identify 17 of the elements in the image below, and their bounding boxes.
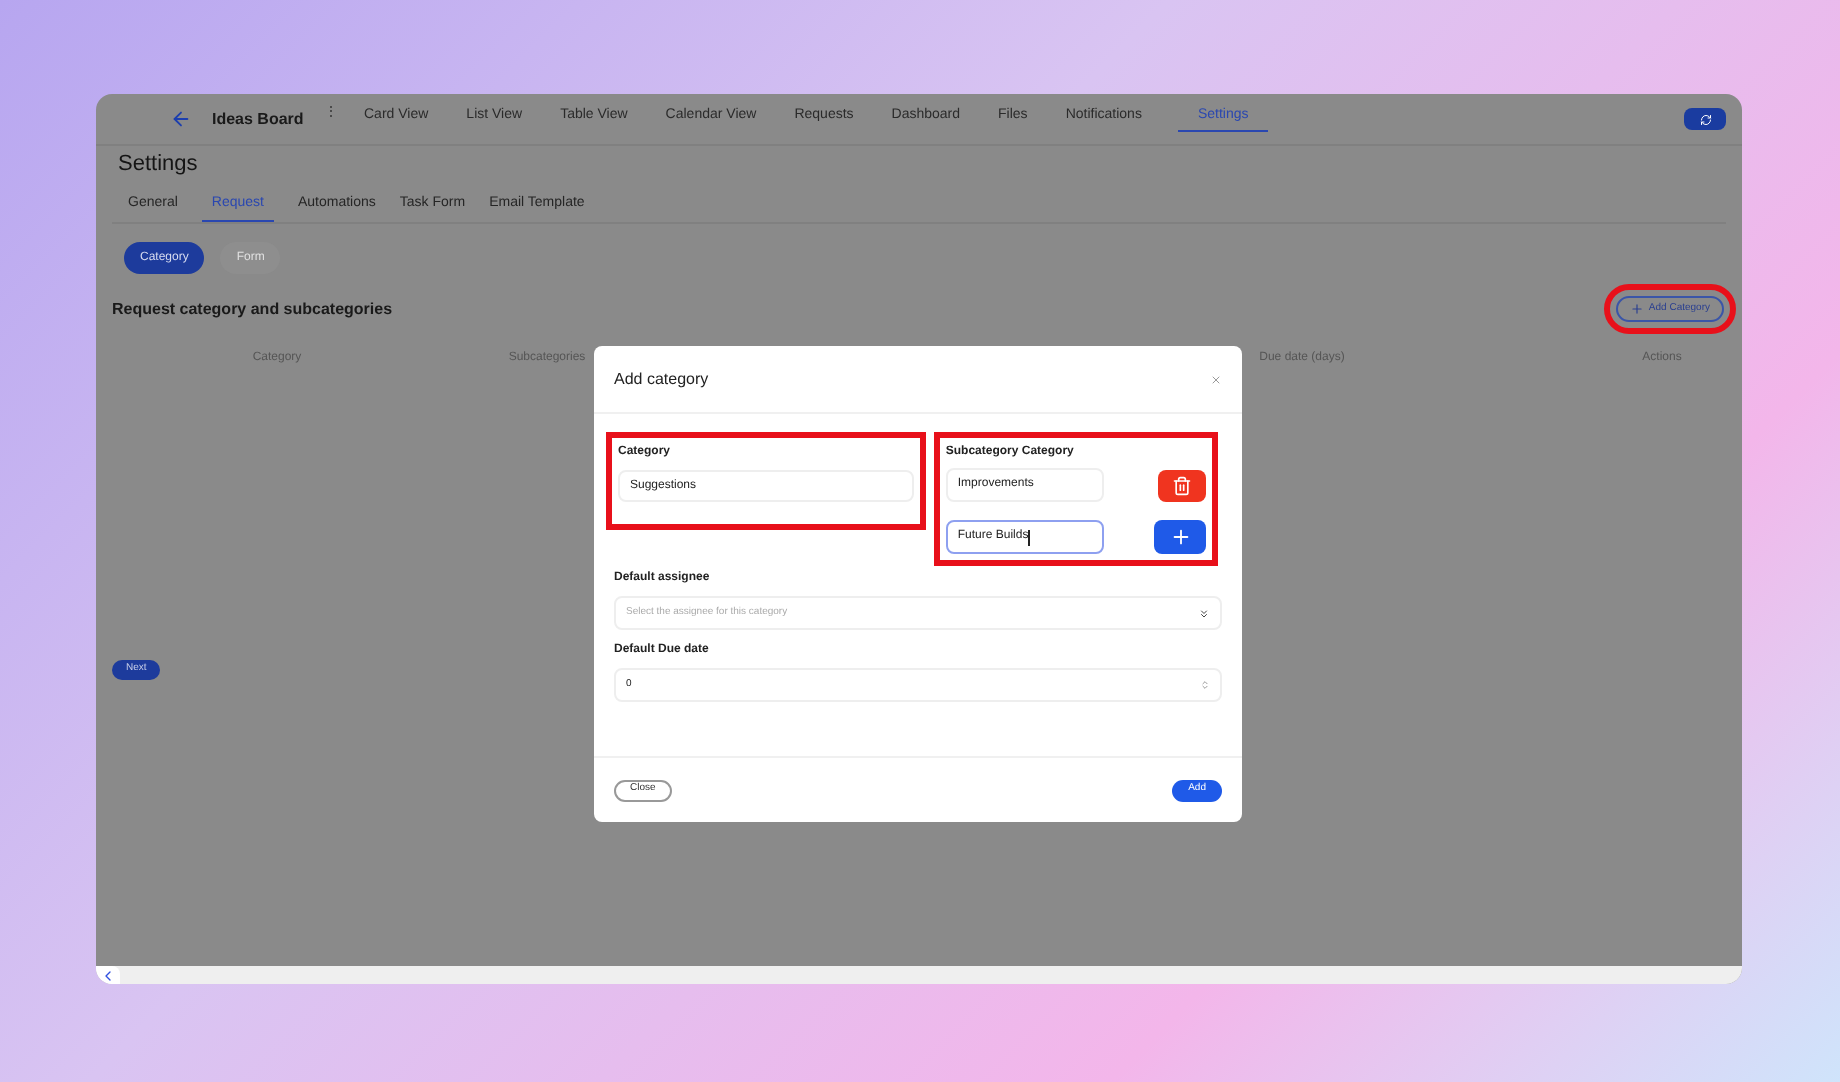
chevrons-down-icon xyxy=(1198,607,1210,619)
back-arrow-icon[interactable] xyxy=(170,108,192,130)
page-title: Settings xyxy=(118,150,198,180)
plus-icon xyxy=(1169,526,1191,548)
section-title: Request category and subcategories xyxy=(112,297,393,321)
board-title: Ideas Board xyxy=(212,107,306,131)
chevron-left-icon xyxy=(100,967,116,983)
stepper-icon xyxy=(1200,680,1210,690)
close-icon[interactable] xyxy=(1210,373,1222,385)
trash-icon xyxy=(1172,475,1192,495)
refresh-icon xyxy=(1699,113,1711,125)
delete-button[interactable] xyxy=(1158,469,1206,501)
dialog-title: Add category xyxy=(614,367,709,391)
collapse-button[interactable] xyxy=(96,966,120,984)
plus-icon xyxy=(1630,302,1645,316)
add-subcategory-button[interactable] xyxy=(1154,520,1206,554)
refresh-button[interactable] xyxy=(1684,108,1726,130)
